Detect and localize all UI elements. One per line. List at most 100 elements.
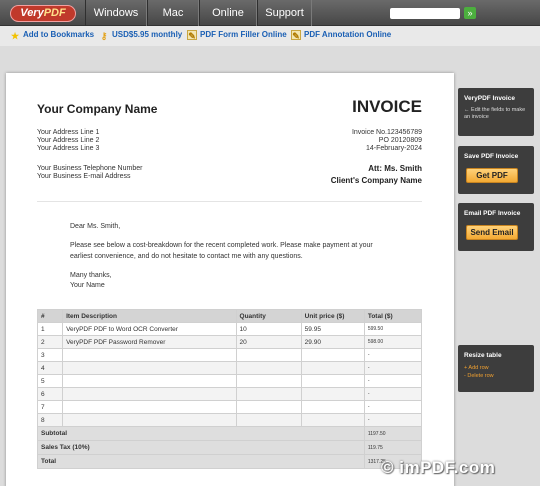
resize-table-panel: Resize table + Add row - Delete row — [458, 345, 534, 392]
email-pdf-panel: Email PDF Invoice Send Email — [458, 203, 534, 251]
col-header-unit-price: Unit price ($) — [301, 310, 364, 322]
items-table: # Item Description Quantity Unit price (… — [37, 309, 422, 469]
table-row: 7- — [38, 401, 421, 413]
table-row: 3- — [38, 349, 421, 361]
cell-row-number: 5 — [38, 375, 63, 387]
nav-tab-support[interactable]: Support — [257, 0, 312, 26]
cell-unit-price[interactable]: 29.90 — [301, 336, 364, 348]
company-name-field[interactable]: Your Company Name — [37, 102, 157, 116]
header-divider — [37, 201, 422, 202]
cell-unit-price[interactable] — [301, 388, 364, 400]
verypdf-logo[interactable]: VeryPDF — [10, 5, 76, 22]
top-nav-bar: VeryPDF Windows Mac Online Support » — [0, 0, 540, 26]
key-icon: ⚷ — [100, 31, 108, 41]
cell-unit-price[interactable] — [301, 349, 364, 361]
address-line-3[interactable]: Your Address Line 3 — [37, 145, 99, 152]
cell-item-description[interactable]: VeryPDF PDF to Word OCR Converter — [63, 323, 236, 335]
search-button[interactable]: » — [464, 7, 476, 19]
email-field[interactable]: Your Business E-mail Address — [37, 173, 131, 180]
cell-row-total: 599.50 — [364, 323, 421, 335]
client-company-field[interactable]: Client's Company Name — [331, 176, 422, 185]
col-header-description: Item Description — [63, 310, 236, 322]
invoice-date-field[interactable]: 14-February-2024 — [366, 145, 422, 152]
table-row: 5- — [38, 375, 421, 387]
invoice-info-panel: VeryPDF Invoice ← Edit the fields to mak… — [458, 88, 534, 136]
save-panel-title: Save PDF Invoice — [464, 153, 519, 160]
subscription-link[interactable]: ⚷ USD$5.95 monthly — [99, 30, 183, 41]
signature-name[interactable]: Your Name — [70, 282, 105, 289]
cell-row-total: - — [364, 414, 421, 426]
cell-row-total: - — [364, 388, 421, 400]
address-line-1[interactable]: Your Address Line 1 — [37, 129, 99, 136]
body-text-line-1[interactable]: Please see below a cost-breakdown for th… — [70, 242, 373, 249]
col-header-total: Total ($) — [364, 310, 421, 322]
subtotal-value: 1197.50 — [364, 427, 421, 440]
cell-quantity[interactable] — [236, 401, 301, 413]
po-number-field[interactable]: PO 20120809 — [379, 137, 422, 144]
cell-row-number: 4 — [38, 362, 63, 374]
add-row-link[interactable]: + Add row — [458, 359, 534, 372]
cell-item-description[interactable] — [63, 362, 236, 374]
tax-label[interactable]: Sales Tax (10%) — [38, 441, 364, 454]
cell-quantity[interactable] — [236, 362, 301, 374]
logo-text-very: Very — [20, 7, 44, 19]
total-label: Total — [38, 455, 364, 468]
save-pdf-panel: Save PDF Invoice Get PDF — [458, 146, 534, 194]
add-bookmark-label: Add to Bookmarks — [23, 30, 95, 39]
cell-item-description[interactable] — [63, 414, 236, 426]
tax-row: Sales Tax (10%) 119.75 — [38, 441, 421, 454]
cell-row-number: 2 — [38, 336, 63, 348]
cell-item-description[interactable]: VeryPDF PDF Password Remover — [63, 336, 236, 348]
nav-tab-windows[interactable]: Windows — [85, 0, 147, 26]
invoice-title[interactable]: INVOICE — [352, 97, 422, 117]
form-filler-link[interactable]: ✎ PDF Form Filler Online — [187, 30, 287, 41]
invoice-number-field[interactable]: Invoice No.123456789 — [352, 129, 422, 136]
cell-unit-price[interactable] — [301, 362, 364, 374]
table-header-row: # Item Description Quantity Unit price (… — [38, 310, 421, 322]
subtotal-label: Subtotal — [38, 427, 364, 440]
cell-unit-price[interactable] — [301, 414, 364, 426]
add-bookmark-link[interactable]: ★ Add to Bookmarks — [10, 30, 94, 41]
cell-quantity[interactable] — [236, 388, 301, 400]
cell-row-number: 6 — [38, 388, 63, 400]
pencil-doc-icon: ✎ — [291, 30, 301, 41]
star-icon: ★ — [10, 31, 20, 41]
col-header-quantity: Quantity — [236, 310, 301, 322]
table-row: 1 VeryPDF PDF to Word OCR Converter 10 59.9… — [38, 323, 421, 335]
col-header-number: # — [38, 310, 63, 322]
cell-item-description[interactable] — [63, 388, 236, 400]
annotation-link[interactable]: ✎ PDF Annotation Online — [291, 30, 391, 41]
cell-item-description[interactable] — [63, 349, 236, 361]
cell-item-description[interactable] — [63, 375, 236, 387]
greeting-text[interactable]: Dear Ms. Smith, — [70, 223, 120, 230]
table-row: 8- — [38, 414, 421, 426]
cell-row-total: - — [364, 375, 421, 387]
cell-quantity[interactable] — [236, 414, 301, 426]
cell-unit-price[interactable] — [301, 375, 364, 387]
attention-field[interactable]: Att: Ms. Smith — [368, 164, 422, 173]
cell-row-total: 598.00 — [364, 336, 421, 348]
cell-quantity[interactable] — [236, 349, 301, 361]
cell-unit-price[interactable] — [301, 401, 364, 413]
email-panel-title: Email PDF Invoice — [464, 210, 521, 217]
table-row: 6- — [38, 388, 421, 400]
nav-tab-online[interactable]: Online — [199, 0, 257, 26]
telephone-field[interactable]: Your Business Telephone Number — [37, 165, 142, 172]
get-pdf-button[interactable]: Get PDF — [466, 168, 518, 183]
cell-item-description[interactable] — [63, 401, 236, 413]
delete-row-link[interactable]: - Delete row — [458, 372, 534, 380]
cell-quantity[interactable]: 10 — [236, 323, 301, 335]
impdf-watermark: © imPDF.com — [381, 458, 496, 477]
thanks-text[interactable]: Many thanks, — [70, 272, 112, 279]
cell-quantity[interactable]: 20 — [236, 336, 301, 348]
subtotal-row: Subtotal 1197.50 — [38, 427, 421, 440]
search-input[interactable] — [390, 8, 460, 19]
nav-tab-mac[interactable]: Mac — [147, 0, 199, 26]
address-line-2[interactable]: Your Address Line 2 — [37, 137, 99, 144]
table-row: 4- — [38, 362, 421, 374]
body-text-line-2[interactable]: earliest convenience, and do not hesitat… — [70, 253, 303, 260]
cell-quantity[interactable] — [236, 375, 301, 387]
cell-unit-price[interactable]: 59.95 — [301, 323, 364, 335]
send-email-button[interactable]: Send Email — [466, 225, 518, 240]
invoice-panel-title: VeryPDF Invoice — [464, 95, 515, 102]
